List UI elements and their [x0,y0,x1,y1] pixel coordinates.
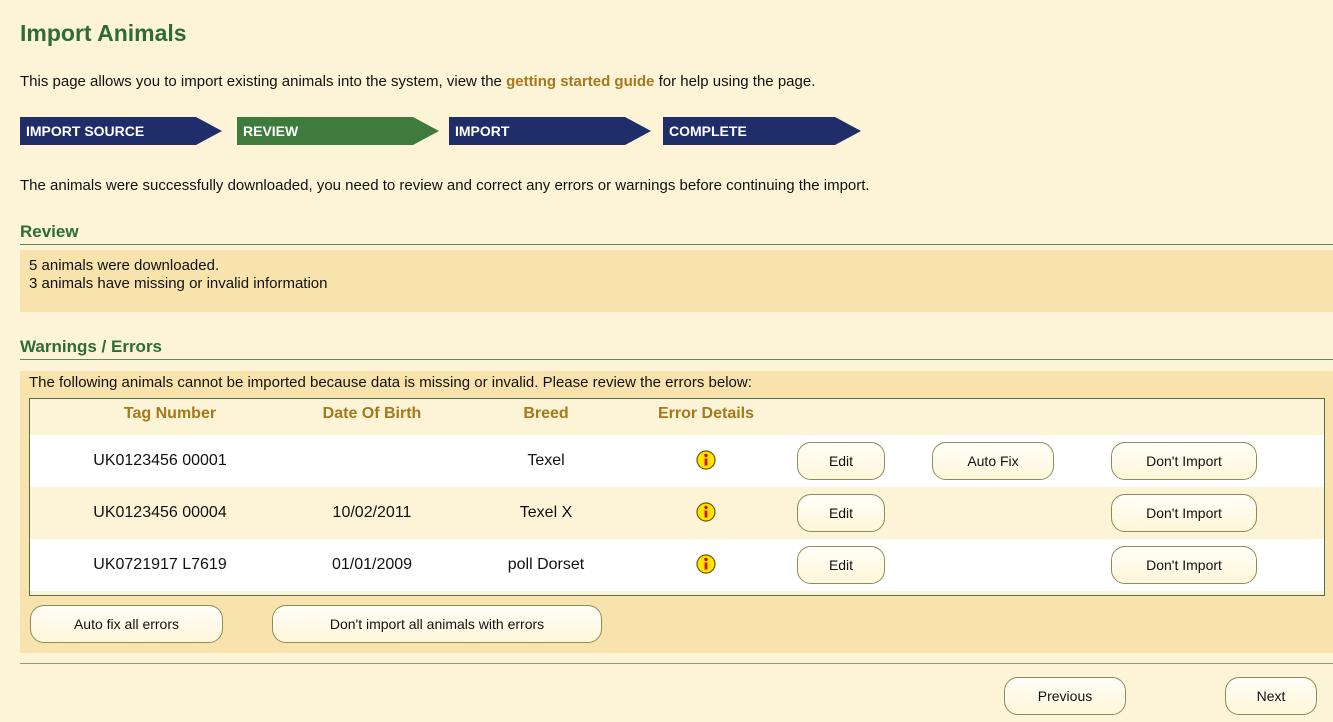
breed: Texel [527,452,565,469]
edit-button[interactable]: Edit [797,494,885,532]
wizard-steps: IMPORT SOURCE REVIEW IMPORT COMPLETE [20,117,900,145]
auto-fix-all-button[interactable]: Auto fix all errors [30,605,223,643]
date-of-birth: 01/01/2009 [331,556,413,573]
tag-number: UK0123456 00001 [93,452,227,469]
step-complete: COMPLETE [663,117,861,145]
step-import: IMPORT [449,117,651,145]
step-import-source: IMPORT SOURCE [20,117,222,145]
tag-number: UK0123456 00004 [93,504,227,521]
breed: Texel X [519,504,573,521]
dont-import-button[interactable]: Don't Import [1111,494,1257,532]
intro-text: This page allows you to import existing … [20,73,815,90]
warnings-intro: The following animals cannot be imported… [29,374,752,391]
edit-button[interactable]: Edit [797,442,885,480]
step-review: REVIEW [237,117,439,145]
getting-started-guide-link[interactable]: getting started guide [506,73,654,90]
col-error-details: Error Details [657,405,755,422]
review-summary: 5 animals were downloaded. 3 animals hav… [20,250,1333,312]
intro-text-end: for help using the page. [654,73,816,90]
dont-import-button[interactable]: Don't Import [1111,546,1257,584]
status-message: The animals were successfully downloaded… [20,177,870,194]
downloaded-count: 5 animals were downloaded. [29,257,220,274]
import-animals-page: Import Animals This page allows you to i… [0,0,1333,722]
review-heading: Review [20,222,1333,245]
table-row: UK0721917 L7619 01/01/2009 poll Dorset E… [30,539,1324,591]
col-breed: Breed [523,405,569,422]
page-title: Import Animals [20,20,187,46]
dont-import-button[interactable]: Don't Import [1111,442,1257,480]
col-tag-number: Tag Number [123,405,217,422]
breed: poll Dorset [507,556,585,573]
edit-button[interactable]: Edit [797,546,885,584]
tag-number: UK0721917 L7619 [93,556,227,573]
intro-text-start: This page allows you to import existing … [20,73,507,90]
table-row: UK0123456 00004 10/02/2011 Texel X Edit … [30,487,1324,539]
dont-import-all-button[interactable]: Don't import all animals with errors [272,605,602,643]
error-table: Tag Number Date Of Birth Breed Error Det… [29,398,1325,596]
info-icon[interactable] [696,502,716,522]
invalid-count: 3 animals have missing or invalid inform… [29,275,328,292]
table-row: UK0123456 00001 Texel Edit Auto Fix Don'… [30,435,1324,487]
col-date-of-birth: Date Of Birth [322,405,422,422]
date-of-birth: 10/02/2011 [332,504,412,521]
previous-button[interactable]: Previous [1004,677,1126,715]
next-button[interactable]: Next [1225,677,1317,715]
info-icon[interactable] [696,554,716,574]
warnings-errors-heading: Warnings / Errors [20,337,1333,360]
divider [20,663,1333,664]
info-icon[interactable] [696,450,716,470]
auto-fix-button[interactable]: Auto Fix [932,442,1054,480]
